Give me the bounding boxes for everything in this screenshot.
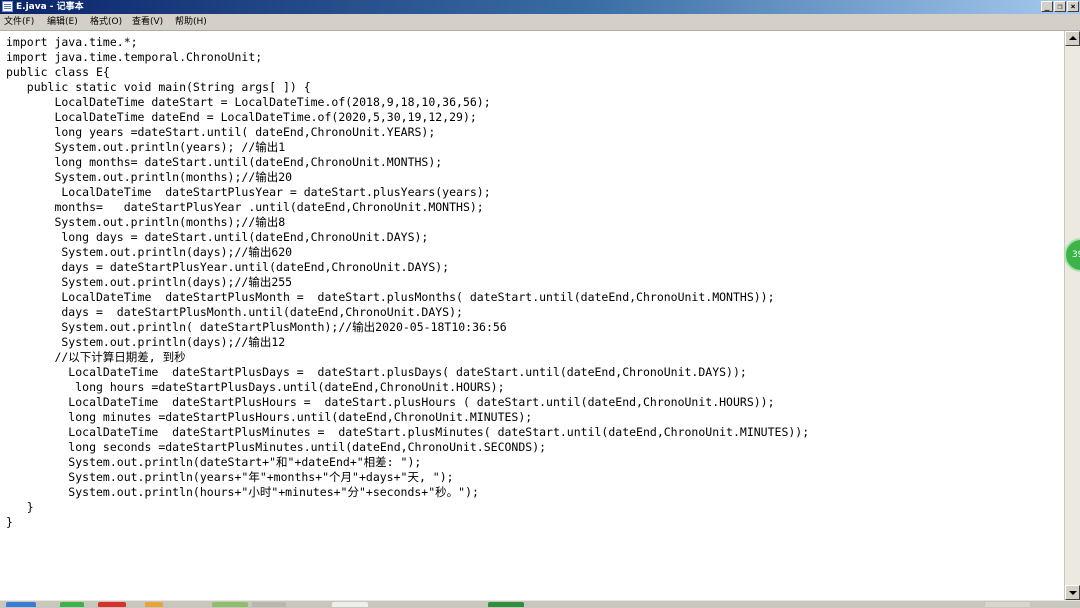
notepad-window: E.java - 记事本 _ ❐ × 文件(F) 编辑(E) 格式(O) 查看(… — [0, 0, 1080, 600]
code-line[interactable]: System.out.println(days);//输出12 — [6, 335, 285, 349]
code-line[interactable]: System.out.println(days);//输出620 — [6, 245, 292, 259]
code-line[interactable]: System.out.println(months);//输出8 — [6, 215, 285, 229]
title-bar[interactable]: E.java - 记事本 _ ❐ × — [0, 0, 1080, 14]
code-line[interactable]: LocalDateTime dateStartPlusDays = dateSt… — [6, 365, 747, 379]
code-line[interactable]: long minutes =dateStartPlusHours.until(d… — [6, 410, 532, 424]
code-line[interactable]: long hours =dateStartPlusDays.until(date… — [6, 380, 504, 394]
menu-format[interactable]: 格式(O) — [90, 14, 122, 30]
code-line[interactable]: System.out.println(days);//输出255 — [6, 275, 292, 289]
taskbar-app-icon[interactable] — [488, 602, 524, 607]
taskbar-app-icon[interactable] — [212, 602, 248, 607]
code-line[interactable]: System.out.println(dateStart+"和"+dateEnd… — [6, 455, 421, 469]
code-line[interactable]: long years =dateStart.until( dateEnd,Chr… — [6, 125, 435, 139]
code-line[interactable]: System.out.println(years); //输出1 — [6, 140, 285, 154]
taskbar-notepad-button[interactable] — [332, 602, 368, 607]
code-line[interactable]: LocalDateTime dateStartPlusYear = dateSt… — [6, 185, 490, 199]
code-line[interactable]: import java.time.temporal.ChronoUnit; — [6, 50, 262, 64]
code-line[interactable]: public class E{ — [6, 65, 110, 79]
code-line[interactable]: System.out.println( dateStartPlusMonth);… — [6, 320, 506, 334]
menu-bar: 文件(F) 编辑(E) 格式(O) 查看(V) 帮助(H) — [0, 14, 1080, 31]
code-line[interactable]: days = dateStartPlusMonth.until(dateEnd,… — [6, 305, 463, 319]
notepad-icon[interactable] — [2, 1, 13, 12]
code-line[interactable]: months= dateStartPlusYear .until(dateEnd… — [6, 200, 483, 214]
vertical-scrollbar[interactable] — [1064, 31, 1080, 600]
taskbar-app-icon[interactable] — [98, 602, 126, 607]
code-line[interactable]: //以下计算日期差, 到秒 — [6, 350, 185, 364]
window-title: E.java - 记事本 — [16, 2, 84, 12]
menu-edit[interactable]: 编辑(E) — [47, 14, 78, 30]
code-line[interactable]: LocalDateTime dateStartPlusMonth = dateS… — [6, 290, 774, 304]
code-line[interactable]: LocalDateTime dateEnd = LocalDateTime.of… — [6, 110, 476, 124]
scroll-down-icon[interactable] — [1065, 585, 1080, 600]
menu-file[interactable]: 文件(F) — [4, 14, 34, 30]
scroll-up-icon[interactable] — [1065, 31, 1080, 46]
restore-button[interactable]: ❐ — [1054, 1, 1066, 12]
start-button[interactable] — [6, 602, 36, 607]
code-line[interactable]: LocalDateTime dateStartPlusHours = dateS… — [6, 395, 774, 409]
system-clock[interactable] — [985, 602, 1030, 607]
code-line[interactable]: System.out.println(months);//输出20 — [6, 170, 292, 184]
code-line[interactable]: days = dateStartPlusYear.until(dateEnd,C… — [6, 260, 449, 274]
text-editor[interactable]: import java.time.*; import java.time.tem… — [0, 31, 1064, 600]
minimize-button[interactable]: _ — [1041, 1, 1053, 12]
taskbar-app-icon[interactable] — [60, 602, 84, 607]
menu-view[interactable]: 查看(V) — [132, 14, 163, 30]
taskbar-app-icon[interactable] — [145, 602, 163, 607]
code-line[interactable]: LocalDateTime dateStartPlusMinutes = dat… — [6, 425, 809, 439]
code-line[interactable]: import java.time.*; — [6, 35, 138, 49]
code-line[interactable]: } — [6, 500, 34, 514]
code-line[interactable]: System.out.println(hours+"小时"+minutes+"分… — [6, 485, 479, 499]
taskbar-app-icon[interactable] — [252, 602, 286, 607]
code-line[interactable]: long days = dateStart.until(dateEnd,Chro… — [6, 230, 428, 244]
code-line[interactable]: long seconds =dateStartPlusMinutes.until… — [6, 440, 546, 454]
code-line[interactable]: long months= dateStart.until(dateEnd,Chr… — [6, 155, 442, 169]
close-button[interactable]: × — [1067, 1, 1079, 12]
menu-help[interactable]: 帮助(H) — [175, 14, 207, 30]
code-line[interactable]: System.out.println(years+"年"+months+"个月"… — [6, 470, 453, 484]
code-line[interactable]: LocalDateTime dateStart = LocalDateTime.… — [6, 95, 490, 109]
code-text[interactable]: import java.time.*; import java.time.tem… — [6, 35, 809, 530]
code-line[interactable]: } — [6, 515, 13, 529]
code-line[interactable]: public static void main(String args[ ]) … — [6, 80, 311, 94]
